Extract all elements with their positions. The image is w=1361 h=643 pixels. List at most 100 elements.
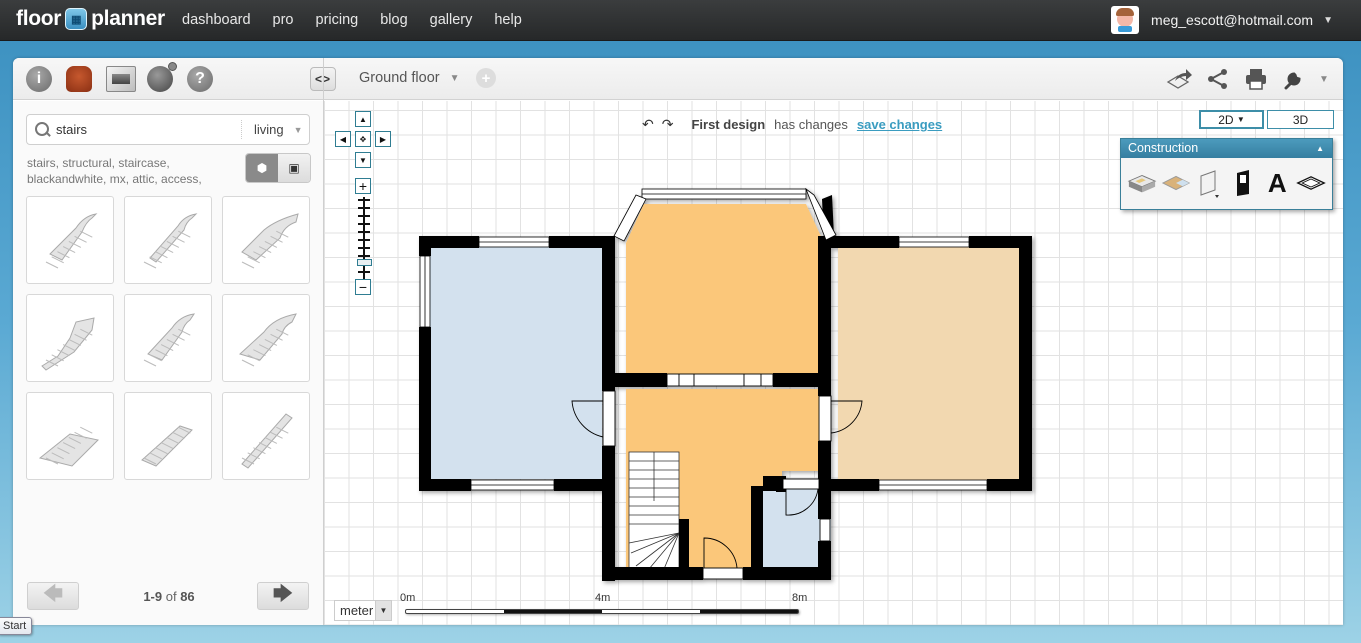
chevron-down-icon[interactable]: ▼ bbox=[1313, 66, 1335, 92]
top-navigation-bar: floor ▦ planner dashboard pro pricing bl… bbox=[0, 0, 1361, 41]
zoom-tick bbox=[358, 239, 370, 241]
export-icon[interactable] bbox=[1161, 66, 1199, 92]
door-tool-icon[interactable] bbox=[1228, 168, 1258, 198]
chevron-down-icon: ▼ bbox=[1323, 14, 1333, 26]
stair-item-spiral-stair[interactable] bbox=[26, 196, 114, 284]
stair-item-wide-straight-stair[interactable] bbox=[26, 392, 114, 480]
room-bay bbox=[626, 204, 824, 377]
furniture-chair-icon[interactable] bbox=[66, 66, 92, 92]
stair-thumbnail-icon bbox=[241, 213, 299, 269]
wrench-settings-icon[interactable] bbox=[1275, 66, 1313, 92]
view-toggle: ⬢ ▣ bbox=[245, 153, 311, 183]
stair-item-quarter-turn-stair[interactable] bbox=[124, 294, 212, 382]
stair-item-curved-stair[interactable] bbox=[124, 196, 212, 284]
stair-thumbnail-icon bbox=[143, 213, 198, 269]
area-tool-icon[interactable] bbox=[1296, 168, 1326, 198]
construction-panel: Construction ▲ A bbox=[1120, 138, 1333, 210]
save-changes-link[interactable]: save changes bbox=[857, 117, 942, 132]
zoom-in-button[interactable]: + bbox=[355, 178, 371, 194]
help-icon[interactable]: ? bbox=[187, 66, 213, 92]
user-menu[interactable]: meg_escott@hotmail.com ▼ bbox=[1111, 6, 1333, 34]
scale-label-0: 0m bbox=[400, 592, 416, 604]
nav-gallery[interactable]: gallery bbox=[430, 12, 473, 28]
pan-down-button[interactable]: ▼ bbox=[355, 152, 371, 168]
text-tool-icon[interactable]: A bbox=[1262, 168, 1292, 198]
nav-help[interactable]: help bbox=[494, 12, 521, 28]
toolbar-actions: ▼ bbox=[1161, 66, 1335, 92]
next-page-button[interactable]: 🡆 bbox=[257, 582, 309, 610]
pan-right-button[interactable]: ▶ bbox=[375, 131, 391, 147]
unit-selector[interactable]: meter ▼ bbox=[334, 600, 392, 621]
center-view-button[interactable]: ✥ bbox=[355, 131, 371, 147]
stair-thumbnail-icon bbox=[38, 426, 100, 467]
globe-pin-icon[interactable] bbox=[147, 62, 177, 92]
mode-3d-label: 3D bbox=[1292, 112, 1309, 127]
chevron-up-icon[interactable]: ▲ bbox=[1316, 139, 1324, 158]
view-2d-button[interactable]: ▣ bbox=[278, 154, 310, 182]
main-nav: dashboard pro pricing blog gallery help bbox=[182, 12, 544, 28]
construction-title: Construction bbox=[1128, 141, 1199, 155]
editor-toolbar: i ? <> Ground floor ▼ + ▼ bbox=[13, 58, 1343, 100]
add-floor-button[interactable]: + bbox=[476, 68, 496, 88]
nav-pro[interactable]: pro bbox=[273, 12, 294, 28]
stair-thumbnail-icon bbox=[239, 313, 297, 367]
stair-item-ladder-stair[interactable] bbox=[222, 392, 310, 480]
stair-item-wide-curved-stair[interactable] bbox=[222, 196, 310, 284]
share-icon[interactable] bbox=[1199, 66, 1237, 92]
nav-pricing[interactable]: pricing bbox=[316, 12, 359, 28]
status-text: has changes bbox=[774, 117, 848, 132]
nav-dashboard[interactable]: dashboard bbox=[182, 12, 251, 28]
scale-label-8: 8m bbox=[792, 592, 808, 604]
search-icon bbox=[35, 122, 50, 137]
item-grid bbox=[26, 196, 312, 480]
zoom-tick bbox=[358, 247, 370, 249]
logo-icon: ▦ bbox=[65, 8, 88, 30]
nav-blog[interactable]: blog bbox=[380, 12, 407, 28]
design-status: ↶ ↷ First design has changes save change… bbox=[642, 116, 942, 133]
category-dropdown[interactable]: living ▼ bbox=[241, 120, 309, 139]
zoom-tick bbox=[358, 271, 370, 273]
redo-icon[interactable]: ↷ bbox=[662, 116, 674, 133]
sidebar: living ▼ stairs, structural, staircase, … bbox=[13, 101, 323, 625]
photos-icon[interactable] bbox=[106, 66, 136, 92]
zoom-slider-handle[interactable] bbox=[357, 259, 372, 267]
info-icon[interactable]: i bbox=[26, 66, 52, 92]
pan-left-button[interactable]: ◀ bbox=[335, 131, 351, 147]
floorplan-canvas[interactable]: ▲ ◀ ✥ ▶ ▼ + − ↶ ↷ First design has chang… bbox=[324, 101, 1343, 625]
chevron-down-icon: ▼ bbox=[1236, 115, 1245, 124]
pan-up-button[interactable]: ▲ bbox=[355, 111, 371, 127]
zoom-tick bbox=[358, 199, 370, 201]
editor-window: i ? <> Ground floor ▼ + ▼ bbox=[13, 58, 1343, 625]
search-input[interactable] bbox=[56, 122, 226, 137]
mode-3d-button[interactable]: 3D bbox=[1267, 110, 1334, 129]
zoom-out-button[interactable]: − bbox=[355, 279, 371, 295]
design-name: First design bbox=[691, 117, 766, 132]
stair-item-straight-stair[interactable] bbox=[124, 392, 212, 480]
zoom-tick bbox=[358, 223, 370, 225]
wall-tool-icon[interactable] bbox=[1195, 168, 1225, 198]
construction-panel-header[interactable]: Construction ▲ bbox=[1121, 139, 1332, 158]
floorplanner-logo[interactable]: floor ▦ planner bbox=[16, 7, 165, 31]
user-email: meg_escott@hotmail.com bbox=[1151, 12, 1314, 28]
arrow-right-icon: 🡆 bbox=[272, 583, 294, 605]
floor-selector[interactable]: Ground floor ▼ bbox=[359, 70, 460, 86]
print-icon[interactable] bbox=[1237, 66, 1275, 92]
avatar bbox=[1111, 6, 1140, 34]
search-tags[interactable]: stairs, structural, staircase, blackandw… bbox=[27, 155, 227, 187]
mode-2d-button[interactable]: 2D ▼ bbox=[1199, 110, 1264, 129]
search-box: living ▼ bbox=[26, 114, 310, 145]
view-3d-button[interactable]: ⬢ bbox=[246, 154, 278, 182]
room-tool-icon[interactable] bbox=[1127, 168, 1157, 198]
undo-icon[interactable]: ↶ bbox=[642, 116, 654, 133]
room-left bbox=[430, 247, 602, 479]
unit-label: meter bbox=[340, 603, 374, 618]
construction-tools: A bbox=[1121, 158, 1332, 208]
stair-item-half-turn-stair[interactable] bbox=[222, 294, 310, 382]
zoom-tick bbox=[358, 215, 370, 217]
stair-thumbnail-icon bbox=[41, 317, 95, 371]
zoom-slider[interactable] bbox=[363, 197, 365, 289]
floor-surface-icon[interactable] bbox=[1161, 168, 1191, 198]
zoom-tick bbox=[358, 231, 370, 233]
stair-item-winding-stair[interactable] bbox=[26, 294, 114, 382]
category-label: living bbox=[254, 122, 284, 137]
